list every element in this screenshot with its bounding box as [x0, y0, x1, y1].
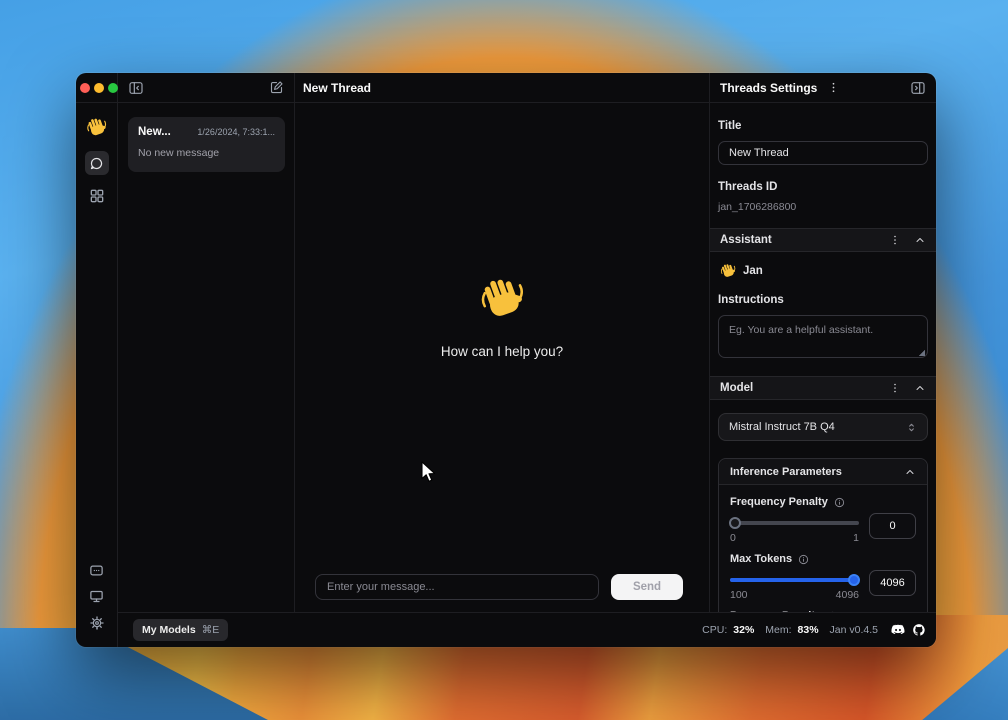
traffic-lights — [80, 83, 118, 93]
max-tokens-slider[interactable] — [730, 578, 859, 582]
kebab-menu-icon[interactable] — [889, 382, 901, 394]
my-models-button[interactable]: My Models ⌘E — [133, 619, 228, 641]
assistant-section-header[interactable]: Assistant — [710, 228, 936, 252]
instructions-label: Instructions — [718, 294, 928, 306]
frequency-penalty-slider[interactable] — [730, 521, 859, 525]
assistant-name: Jan — [743, 265, 763, 277]
resize-handle[interactable] — [918, 349, 925, 356]
system-monitor-icon[interactable] — [89, 589, 104, 604]
chevron-up-icon[interactable] — [904, 466, 916, 478]
model-selected-value: Mistral Instruct 7B Q4 — [729, 421, 835, 433]
wave-emoji — [720, 263, 736, 279]
frequency-penalty-label: Frequency Penalty — [730, 496, 828, 508]
frequency-penalty-param: Frequency Penalty — [730, 496, 916, 544]
chat-threads-icon[interactable] — [85, 151, 109, 175]
thread-timestamp: 1/26/2024, 7:33:1... — [197, 127, 275, 137]
thread-list-panel: New... 1/26/2024, 7:33:1... No new messa… — [118, 73, 295, 647]
chevron-up-icon[interactable] — [914, 382, 926, 394]
slider-max: 1 — [853, 532, 859, 544]
jan-app-window: New... 1/26/2024, 7:33:1... No new messa… — [76, 73, 936, 647]
ribbon — [76, 73, 118, 647]
github-icon[interactable] — [912, 623, 926, 637]
thread-title-input[interactable] — [718, 141, 928, 165]
ribbon-titlebar — [76, 73, 117, 103]
chat-header-title: New Thread — [295, 81, 371, 95]
settings-gear-icon[interactable] — [89, 615, 105, 631]
greeting-text: How can I help you? — [441, 344, 563, 359]
assistant-row: Jan — [718, 263, 928, 279]
title-label: Title — [718, 120, 928, 132]
wave-emoji — [479, 276, 525, 322]
select-updown-icon — [906, 422, 917, 433]
hub-grid-icon[interactable] — [89, 188, 105, 204]
threads-settings-panel: Threads Settings Title Threads ID jan_17… — [710, 73, 936, 647]
chevron-up-icon[interactable] — [914, 234, 926, 246]
info-icon[interactable] — [834, 497, 845, 508]
settings-header-title: Threads Settings — [720, 81, 817, 95]
max-tokens-label: Max Tokens — [730, 553, 792, 565]
minimize-button[interactable] — [94, 83, 104, 93]
message-input[interactable] — [315, 574, 599, 600]
desktop: New... 1/26/2024, 7:33:1... No new messa… — [0, 0, 1008, 720]
thread-list-item[interactable]: New... 1/26/2024, 7:33:1... No new messa… — [128, 117, 285, 172]
mouse-cursor — [420, 461, 438, 483]
status-bar: My Models ⌘E CPU: 32% Mem: 83% Jan v0.4.… — [118, 612, 936, 647]
new-thread-icon[interactable] — [269, 80, 284, 95]
max-tokens-value[interactable]: 4096 — [869, 570, 916, 596]
inference-parameters-header[interactable]: Inference Parameters — [719, 459, 927, 485]
send-button[interactable]: Send — [611, 574, 683, 600]
inference-parameters-label: Inference Parameters — [730, 466, 842, 478]
inference-parameters-card: Inference Parameters Frequency Penalty — [718, 458, 928, 612]
instructions-textarea[interactable] — [718, 315, 928, 358]
threads-id-value: jan_1706286800 — [718, 201, 928, 213]
discord-icon[interactable] — [890, 624, 906, 637]
assistant-header-label: Assistant — [720, 234, 772, 246]
close-button[interactable] — [80, 83, 90, 93]
info-icon[interactable] — [798, 554, 809, 565]
shortcut-badge: ⌘E — [202, 624, 220, 636]
model-header-label: Model — [720, 382, 753, 394]
zoom-button[interactable] — [108, 83, 118, 93]
panel-collapse-right-icon[interactable] — [910, 80, 926, 96]
slider-thumb[interactable] — [848, 574, 860, 586]
slider-thumb[interactable] — [729, 517, 741, 529]
thread-title: New... — [138, 126, 171, 138]
slider-min: 100 — [730, 589, 748, 601]
cpu-label: CPU: — [702, 624, 727, 636]
kebab-menu-icon[interactable] — [827, 81, 840, 94]
mem-label: Mem: — [765, 624, 791, 636]
chat-panel: New Thread How can I help you? Send — [295, 73, 710, 647]
threads-id-label: Threads ID — [718, 181, 928, 193]
slider-max: 4096 — [836, 589, 859, 601]
mem-value: 83% — [798, 624, 819, 636]
frequency-penalty-value[interactable]: 0 — [869, 513, 916, 539]
api-server-icon[interactable] — [89, 563, 104, 578]
max-tokens-param: Max Tokens 100 — [730, 553, 916, 601]
jan-logo-wave-icon — [86, 117, 107, 138]
panel-collapse-left-icon[interactable] — [128, 80, 144, 96]
model-section-header[interactable]: Model — [710, 376, 936, 400]
kebab-menu-icon[interactable] — [889, 234, 901, 246]
slider-min: 0 — [730, 532, 736, 544]
model-select[interactable]: Mistral Instruct 7B Q4 — [718, 413, 928, 441]
thread-preview: No new message — [138, 147, 275, 159]
cpu-value: 32% — [733, 624, 754, 636]
app-version: Jan v0.4.5 — [830, 624, 878, 636]
